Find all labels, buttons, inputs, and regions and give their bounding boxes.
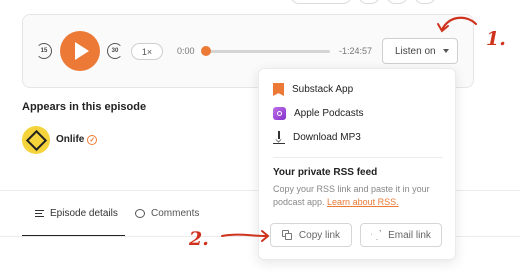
annotation-label-1: 1. <box>486 28 506 50</box>
annotation-label-2: 2. <box>189 228 209 250</box>
annotation-arrow-1 <box>440 16 478 32</box>
annotation-arrows <box>221 16 478 242</box>
annotation-arrow-2 <box>221 233 267 237</box>
